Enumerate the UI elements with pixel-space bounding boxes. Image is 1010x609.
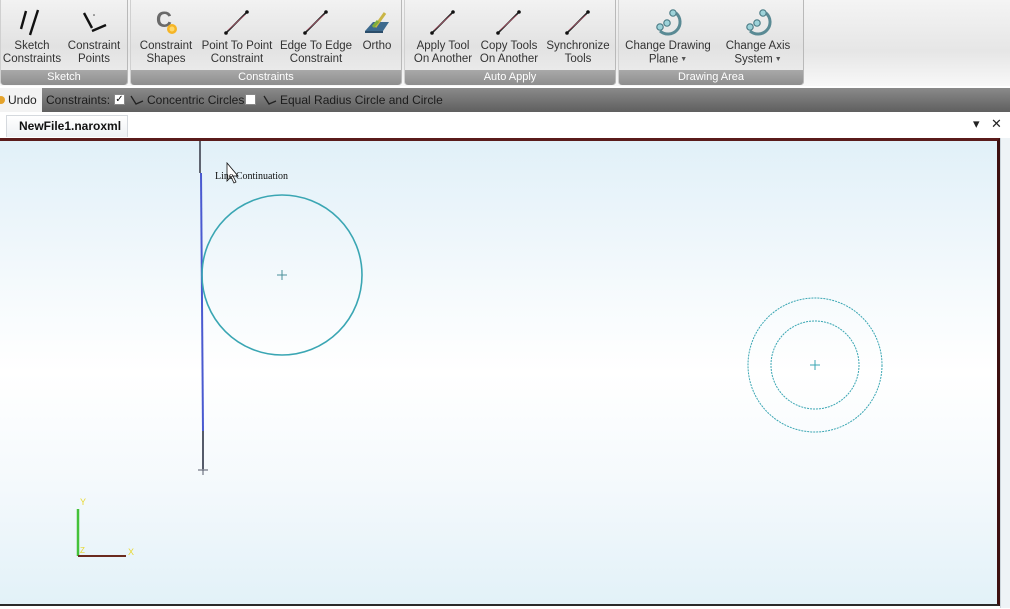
tool-label: Ortho [362, 40, 392, 52]
equal-radius-label: Equal Radius Circle and Circle [280, 93, 443, 107]
tab-newfile1[interactable]: NewFile1.naroxml [6, 115, 128, 137]
concentric-circles-checkbox[interactable]: ✓ [114, 94, 125, 105]
group-label: Constraints [131, 70, 401, 85]
ribbon: Sketch Constraints Constraint Points Ske… [0, 0, 1010, 86]
y-axis-label: Y [80, 497, 86, 507]
ribbon-group-auto-apply: Apply Tool On Another Copy Tools On Anot… [404, 0, 616, 85]
copy-tools-on-another-button[interactable]: Copy Tools On Another [477, 2, 541, 68]
line-segment-icon [430, 10, 455, 35]
tool-label: Sketch Constraints [2, 40, 62, 65]
constraint-symbol-icon [263, 95, 277, 105]
group-label: Sketch [1, 70, 127, 85]
constraint-points-icon [82, 12, 107, 33]
ortho-button[interactable]: Ortho [355, 2, 399, 68]
x-axis-label: X [128, 547, 134, 557]
concentric-center-marker [810, 360, 820, 370]
circle-center-marker [277, 270, 287, 280]
tool-label: Edge To Edge Constraint [279, 40, 353, 65]
change-axis-system-button[interactable]: Change Axis System ▼ [715, 2, 801, 68]
synchronize-tools-button[interactable]: Synchronize Tools [543, 2, 613, 68]
close-tab-icon[interactable]: ✕ [991, 116, 1002, 132]
point-to-point-constraint-button[interactable]: Point To Point Constraint [199, 2, 275, 68]
edge-to-edge-constraint-button[interactable]: Edge To Edge Constraint [277, 2, 355, 68]
constraints-bar: Undo Constraints: ✓ Concentric Circles E… [0, 88, 1010, 112]
constraint-shapes-button[interactable]: C Constraint Shapes [133, 2, 199, 68]
concentric-circles-label: Concentric Circles [147, 93, 245, 107]
dropdown-arrow-icon: ▼ [680, 56, 688, 63]
line-segment-icon [224, 10, 249, 35]
constraint-shapes-icon: C [156, 7, 177, 34]
tool-label: Point To Point Constraint [201, 40, 273, 65]
sketch-svg: Y X Z [76, 141, 883, 557]
sketch-line[interactable] [200, 172, 204, 432]
ortho-icon [365, 12, 389, 33]
undo-icon [0, 96, 5, 104]
equal-radius-checkbox[interactable] [245, 94, 256, 105]
canvas-side-panel [1000, 138, 1010, 608]
group-label: Auto Apply [405, 70, 615, 85]
tool-label: Copy Tools On Another [479, 40, 539, 65]
document-tab-strip: NewFile1.naroxml [0, 112, 1010, 138]
sketch-lines-icon [19, 9, 40, 36]
tool-label-text: Change Drawing Plane [625, 40, 711, 66]
constraint-symbol-icon [130, 95, 144, 105]
line-endpoint-marker [198, 465, 208, 475]
line-segment-icon [303, 10, 328, 35]
apply-tool-on-another-button[interactable]: Apply Tool On Another [409, 2, 477, 68]
axis-system-icon [746, 9, 772, 36]
line-segment-icon [565, 10, 590, 35]
constraint-points-button[interactable]: Constraint Points [63, 2, 125, 68]
sketch-constraints-button[interactable]: Sketch Constraints [1, 2, 63, 68]
dropdown-arrow-icon: ▼ [774, 56, 782, 63]
axis-indicator: Y X Z [76, 497, 134, 557]
tool-label: Constraint Shapes [139, 40, 193, 65]
constraint-hint-label: Line Continuation [215, 171, 289, 182]
undo-button[interactable]: Undo [0, 88, 42, 112]
ribbon-group-drawing-area: Change Drawing Plane ▼ Change Axis System… [618, 0, 804, 85]
change-drawing-plane-button[interactable]: Change Drawing Plane ▼ [623, 2, 713, 68]
constraints-label: Constraints: [46, 93, 111, 107]
ribbon-group-constraints: C Constraint Shapes Point To Point Const… [130, 0, 402, 85]
tool-label: Constraint Points [67, 40, 121, 65]
ribbon-group-sketch: Sketch Constraints Constraint Points Ske… [0, 0, 128, 85]
tab-list-dropdown-icon[interactable]: ▾ [973, 116, 980, 132]
line-segment-icon [496, 10, 521, 35]
group-label: Drawing Area [619, 70, 803, 85]
drawing-plane-icon [656, 9, 682, 36]
tool-label: Change Axis System ▼ [715, 40, 801, 67]
tool-label: Change Drawing Plane ▼ [623, 40, 713, 67]
tool-label: Apply Tool On Another [413, 40, 473, 65]
z-axis-label: Z [80, 546, 85, 555]
undo-label: Undo [8, 93, 37, 107]
drawing-canvas[interactable]: Y X Z Line Continuation [0, 138, 1000, 606]
tool-label: Synchronize Tools [546, 40, 610, 65]
